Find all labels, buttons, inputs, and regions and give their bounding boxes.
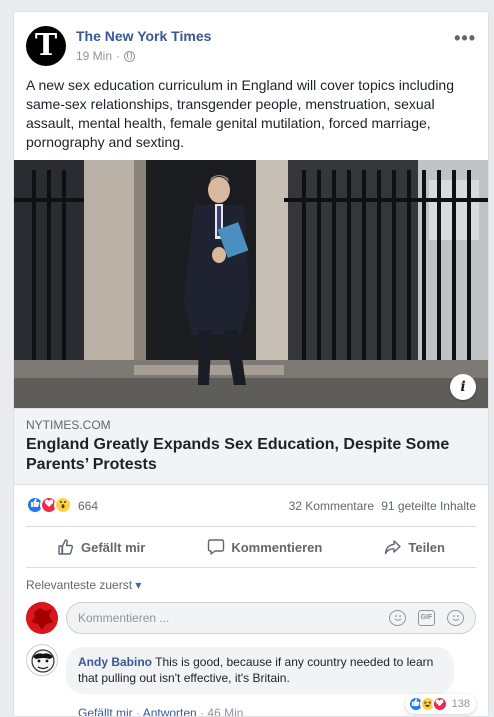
comment-reaction-count: 138 bbox=[451, 698, 470, 710]
commenter-avatar[interactable] bbox=[26, 644, 58, 676]
globe-icon bbox=[124, 50, 136, 62]
post-action-bar: Gefällt mir Kommentieren Teilen bbox=[26, 526, 476, 568]
post-stats: 664 32 Kommentare 91 geteilte Inhalte bbox=[26, 496, 476, 516]
comment-composer: GIF bbox=[26, 602, 476, 634]
post-photo[interactable]: i bbox=[14, 160, 488, 408]
reaction-icons[interactable] bbox=[26, 496, 72, 514]
post-header: T The New York Times 19 Min · ••• bbox=[26, 26, 476, 68]
comment-like-link[interactable]: Gefällt mir bbox=[78, 706, 133, 716]
comment-bubble: Andy Babino This is good, because if any… bbox=[66, 647, 454, 694]
comment-button-label: Kommentieren bbox=[231, 539, 323, 555]
post-text: A new sex education curriculum in Englan… bbox=[26, 77, 454, 150]
post-timestamp[interactable]: 19 Min bbox=[76, 49, 112, 63]
info-icon[interactable]: i bbox=[450, 374, 476, 400]
share-button-label: Teilen bbox=[408, 539, 445, 555]
reaction-count[interactable]: 664 bbox=[78, 499, 98, 513]
thumbs-up-icon bbox=[58, 539, 74, 555]
share-button[interactable]: Teilen bbox=[384, 538, 445, 556]
post-meta: 19 Min · bbox=[76, 49, 136, 63]
gif-icon[interactable]: GIF bbox=[418, 610, 435, 626]
speech-bubble-icon bbox=[208, 539, 225, 555]
sticker-icon[interactable] bbox=[447, 610, 464, 626]
comment-author[interactable]: Andy Babino bbox=[78, 655, 152, 669]
chevron-down-icon: ▾ bbox=[135, 578, 142, 592]
link-domain: NYTIMES.COM bbox=[26, 418, 111, 432]
comment-item: Andy Babino This is good, because if any… bbox=[26, 644, 476, 716]
link-title[interactable]: England Greatly Expands Sex Education, D… bbox=[26, 435, 466, 475]
wow-reaction-icon bbox=[54, 496, 72, 514]
love-reaction-icon bbox=[431, 696, 448, 712]
more-options-icon[interactable]: ••• bbox=[454, 28, 476, 49]
share-count[interactable]: 91 geteilte Inhalte bbox=[381, 499, 476, 513]
link-preview[interactable]: NYTIMES.COM England Greatly Expands Sex … bbox=[14, 408, 488, 485]
comment-time[interactable]: 46 Min. bbox=[207, 706, 246, 716]
like-button[interactable]: Gefällt mir bbox=[57, 538, 145, 556]
share-arrow-icon bbox=[385, 540, 402, 555]
comment-reactions[interactable]: 138 bbox=[404, 694, 476, 714]
photo-illustration bbox=[14, 160, 488, 408]
like-button-label: Gefällt mir bbox=[81, 539, 146, 555]
user-avatar[interactable] bbox=[26, 602, 58, 634]
post-card: T The New York Times 19 Min · ••• A new … bbox=[13, 11, 489, 717]
comment-button[interactable]: Kommentieren bbox=[207, 538, 322, 556]
page-name-link[interactable]: The New York Times bbox=[76, 28, 211, 44]
composer-icons: GIF bbox=[389, 610, 464, 626]
comment-sort-dropdown[interactable]: Relevanteste zuerst ▾ bbox=[26, 578, 141, 592]
page-avatar[interactable]: T bbox=[26, 26, 66, 66]
comment-count[interactable]: 32 Kommentare bbox=[289, 499, 374, 513]
sort-label: Relevanteste zuerst bbox=[26, 578, 133, 592]
emoji-icon[interactable] bbox=[389, 610, 406, 626]
comment-actions: Gefällt mir · Antworten · 46 Min. bbox=[78, 706, 247, 716]
comment-reply-link[interactable]: Antworten bbox=[143, 706, 197, 716]
